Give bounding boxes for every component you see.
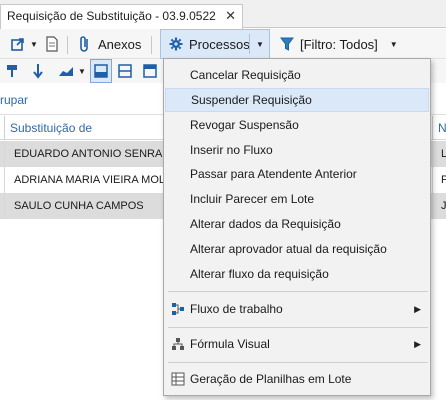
chevron-right-icon: ▶ [414, 339, 421, 349]
processos-dropdown-menu: Cancelar Requisição Suspender Requisição… [163, 58, 431, 396]
processos-label: Processos [189, 36, 250, 52]
spreadsheet-icon [171, 372, 185, 386]
hierarchy-icon [172, 338, 184, 350]
export-icon [11, 38, 24, 51]
chevron-down-icon: ▼ [30, 39, 38, 49]
document-button[interactable] [45, 29, 59, 59]
toolbar-separator [151, 36, 152, 54]
document-tab[interactable]: Requisição de Substituição - 03.9.0522 ✕ [0, 4, 243, 29]
sort-down-icon [33, 64, 43, 79]
menu-item-label: Passar para Atendente Anterior [190, 167, 357, 181]
pin-button[interactable] [5, 59, 19, 83]
table-cell-n: J [441, 200, 446, 212]
main-toolbar: ▼ Anexos Processos ▼ [Filtro: Todos] ▼ [0, 29, 446, 59]
split-divider [249, 34, 250, 54]
layout-top-button[interactable] [143, 59, 157, 83]
menu-item-label: Alterar dados da Requisição [190, 217, 341, 231]
layout-split-button[interactable] [118, 59, 132, 83]
menu-item-label: Alterar aprovador atual da requisição [190, 242, 387, 256]
menu-item-suspender-requisicao[interactable]: Suspender Requisição [165, 88, 429, 112]
document-icon [46, 36, 58, 52]
paperclip-icon [80, 36, 88, 52]
menu-item-label: Fórmula Visual [190, 337, 270, 351]
table-cell-n: P [441, 174, 446, 186]
chevron-right-icon: ▶ [414, 304, 421, 314]
menu-separator [168, 362, 428, 363]
layout-panel-bottom-icon [94, 64, 108, 78]
menu-separator [168, 291, 428, 292]
chevron-down-icon: ▼ [389, 39, 398, 49]
pin-icon [7, 65, 17, 77]
table-cell-n: L [441, 148, 446, 160]
menu-item-label: Geração de Planilhas em Lote [190, 372, 352, 386]
menu-item-cancelar-requisicao[interactable]: Cancelar Requisição [165, 63, 429, 87]
column-divider [4, 167, 5, 193]
chevron-down-icon: ▼ [78, 66, 86, 76]
filter-label: [Filtro: Todos] [300, 36, 378, 52]
menu-item-alterar-dados[interactable]: Alterar dados da Requisição [165, 212, 429, 236]
menu-item-fluxo-de-trabalho[interactable]: Fluxo de trabalho ▶ [165, 297, 429, 321]
menu-item-alterar-fluxo[interactable]: Alterar fluxo da requisição [165, 262, 429, 286]
group-by-label: rupar [0, 93, 29, 107]
filter-icon [280, 37, 294, 51]
column-divider [4, 193, 5, 219]
menu-item-label: Incluir Parecer em Lote [190, 192, 315, 206]
menu-item-alterar-aprovador[interactable]: Alterar aprovador atual da requisição [165, 237, 429, 261]
layout-panel-top-icon [143, 64, 157, 78]
gear-icon [169, 37, 183, 51]
menu-item-label: Cancelar Requisição [190, 68, 301, 82]
menu-item-geracao-planilhas[interactable]: Geração de Planilhas em Lote [165, 367, 429, 391]
menu-item-inserir-no-fluxo[interactable]: Inserir no Fluxo [165, 138, 429, 162]
menu-item-label: Inserir no Fluxo [190, 143, 273, 157]
workflow-icon [172, 303, 184, 315]
menu-item-formula-visual[interactable]: Fórmula Visual ▶ [165, 332, 429, 356]
menu-item-label: Revogar Suspensão [190, 118, 299, 132]
processos-button[interactable]: Processos ▼ [160, 29, 270, 59]
menu-item-label: Alterar fluxo da requisição [190, 267, 329, 281]
column-divider [432, 141, 433, 167]
close-icon[interactable]: ✕ [225, 8, 236, 24]
column-divider [432, 116, 433, 140]
toolbar-separator [67, 36, 68, 54]
layout-split-icon [118, 64, 132, 78]
column-header-substituicao[interactable]: Substituição de [10, 121, 92, 135]
tab-title: Requisição de Substituição - 03.9.0522 [7, 9, 216, 23]
anexos-label: Anexos [98, 36, 142, 52]
anexos-button[interactable]: Anexos [78, 29, 141, 59]
column-divider [432, 193, 433, 219]
layout-bottom-button[interactable] [90, 59, 112, 83]
export-button[interactable]: ▼ [10, 29, 38, 59]
menu-item-label: Suspender Requisição [191, 93, 312, 107]
menu-item-passar-atendente-anterior[interactable]: Passar para Atendente Anterior [165, 162, 429, 186]
table-cell-name: EDUARDO ANTONIO SENRA NA [14, 148, 181, 160]
chart-button[interactable]: ▼ [58, 59, 86, 83]
tab-strip: Requisição de Substituição - 03.9.0522 ✕ [0, 0, 446, 29]
table-cell-name: ADRIANA MARIA VIEIRA MOLL [14, 174, 172, 186]
menu-item-incluir-parecer-em-lote[interactable]: Incluir Parecer em Lote [165, 187, 429, 211]
column-divider [4, 141, 5, 167]
chevron-down-icon[interactable]: ▼ [256, 40, 264, 49]
menu-item-label: Fluxo de trabalho [190, 302, 283, 316]
column-divider [4, 116, 5, 140]
menu-separator [168, 327, 428, 328]
column-divider [432, 167, 433, 193]
line-chart-icon [59, 67, 73, 76]
column-header-n[interactable]: N [438, 121, 446, 135]
filter-button[interactable]: [Filtro: Todos] ▼ [280, 29, 398, 59]
sort-button[interactable] [31, 59, 45, 83]
menu-item-revogar-suspensao[interactable]: Revogar Suspensão [165, 113, 429, 137]
table-cell-name: SAULO CUNHA CAMPOS [14, 200, 144, 212]
